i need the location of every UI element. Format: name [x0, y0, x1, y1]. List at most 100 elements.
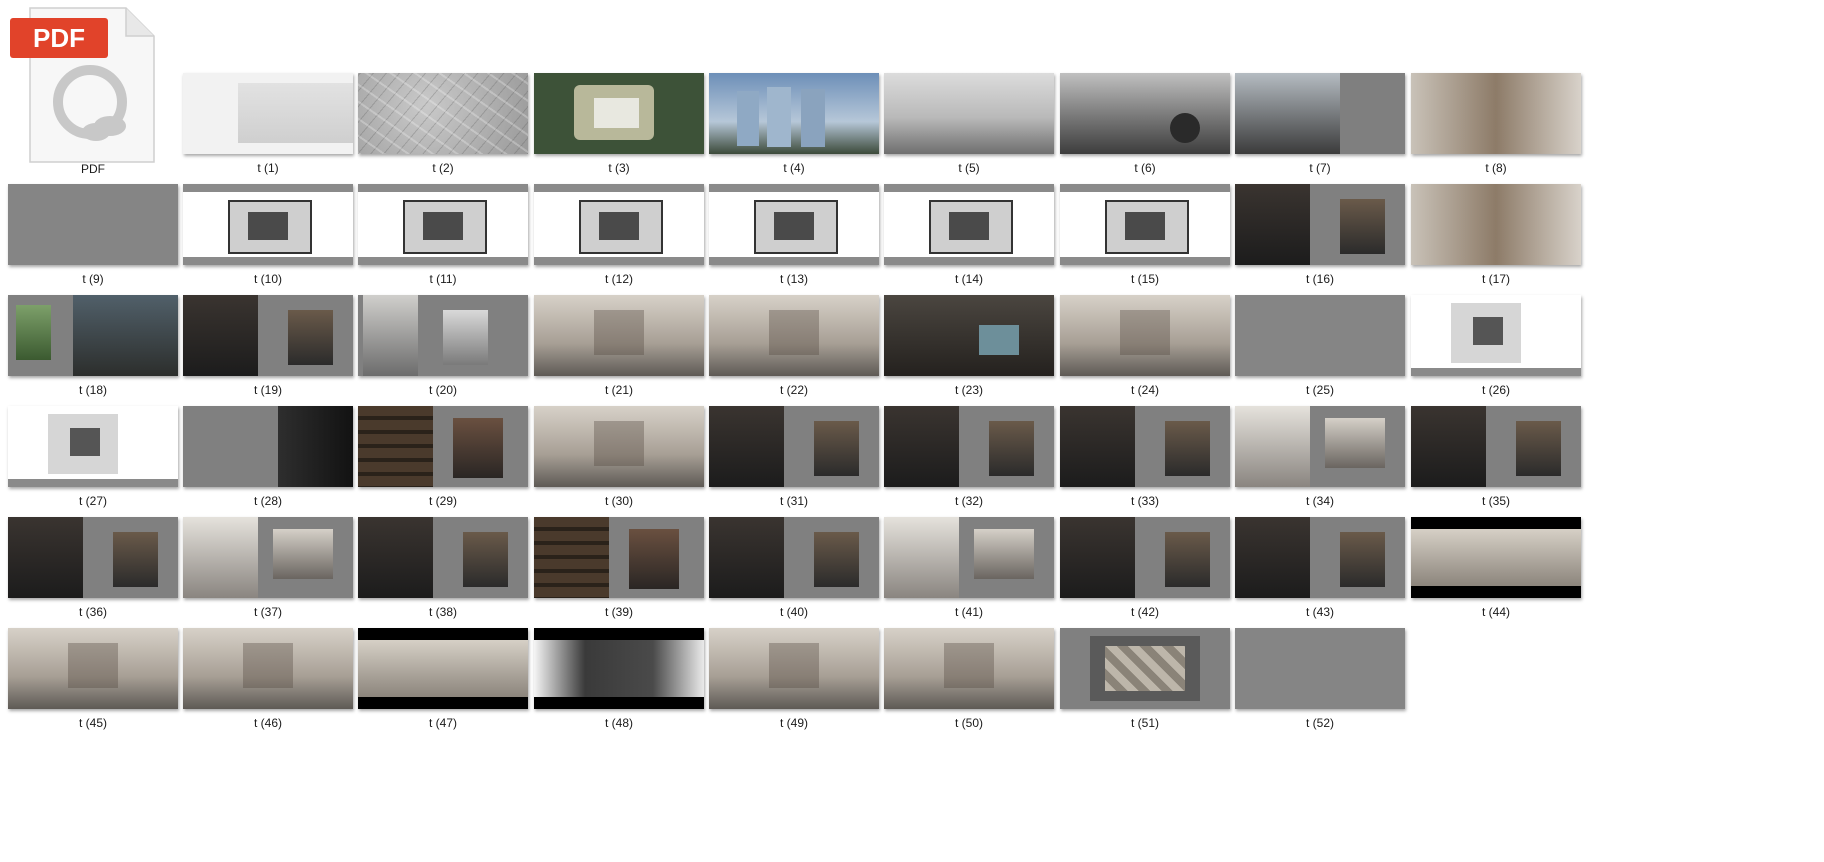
file-item[interactable]: t (13): [709, 184, 879, 288]
thumbnail-preview: [709, 184, 879, 265]
thumbnail-preview: [1411, 73, 1581, 154]
file-item[interactable]: t (11): [358, 184, 528, 288]
thumbnail-preview: [183, 73, 353, 154]
file-item[interactable]: t (38): [358, 517, 528, 621]
file-item[interactable]: t (31): [709, 406, 879, 510]
file-item[interactable]: t (1): [183, 73, 353, 177]
file-item[interactable]: t (29): [358, 406, 528, 510]
thumbnail-preview: [8, 295, 178, 376]
file-label: t (17): [1481, 272, 1510, 286]
file-label: t (7): [1309, 161, 1331, 175]
file-item[interactable]: t (45): [8, 628, 178, 732]
file-item[interactable]: t (50): [884, 628, 1054, 732]
file-item[interactable]: t (52): [1235, 628, 1405, 732]
file-label: t (27): [78, 494, 107, 508]
file-label: t (6): [1134, 161, 1156, 175]
file-item[interactable]: t (8): [1411, 73, 1581, 177]
file-item[interactable]: t (35): [1411, 406, 1581, 510]
thumbnail-preview: [1060, 517, 1230, 598]
thumbnail-preview: [1060, 73, 1230, 154]
file-item[interactable]: t (42): [1060, 517, 1230, 621]
file-item[interactable]: t (15): [1060, 184, 1230, 288]
file-item[interactable]: t (49): [709, 628, 879, 732]
file-item[interactable]: t (25): [1235, 295, 1405, 399]
thumbnail-preview: [358, 628, 528, 709]
file-label: t (52): [1305, 716, 1334, 730]
file-item[interactable]: t (22): [709, 295, 879, 399]
thumbnail-preview: [884, 628, 1054, 709]
file-item[interactable]: t (40): [709, 517, 879, 621]
file-label: t (21): [604, 383, 633, 397]
thumbnail-preview: [1060, 184, 1230, 265]
thumbnail-preview: [1235, 517, 1405, 598]
file-item[interactable]: t (41): [884, 517, 1054, 621]
file-label: t (33): [1130, 494, 1159, 508]
file-item[interactable]: t (48): [534, 628, 704, 732]
pdf-file-item[interactable]: PDF PDF: [8, 6, 178, 206]
file-item[interactable]: t (32): [884, 406, 1054, 510]
file-item[interactable]: t (5): [884, 73, 1054, 177]
file-item[interactable]: t (6): [1060, 73, 1230, 177]
file-item[interactable]: t (7): [1235, 73, 1405, 177]
thumbnail-preview: [709, 517, 879, 598]
file-item[interactable]: t (9): [8, 184, 178, 288]
thumbnail-preview: [8, 184, 178, 265]
file-label: t (43): [1305, 605, 1334, 619]
file-item[interactable]: t (2): [358, 73, 528, 177]
file-label: t (14): [954, 272, 983, 286]
file-label: t (12): [604, 272, 633, 286]
file-label: t (40): [779, 605, 808, 619]
file-item[interactable]: t (36): [8, 517, 178, 621]
file-item[interactable]: t (33): [1060, 406, 1230, 510]
file-item[interactable]: t (21): [534, 295, 704, 399]
file-item[interactable]: t (12): [534, 184, 704, 288]
file-label: t (9): [82, 272, 104, 286]
file-label: t (42): [1130, 605, 1159, 619]
file-item[interactable]: t (28): [183, 406, 353, 510]
file-item[interactable]: t (19): [183, 295, 353, 399]
file-item[interactable]: t (44): [1411, 517, 1581, 621]
file-label: t (24): [1130, 383, 1159, 397]
file-item[interactable]: t (26): [1411, 295, 1581, 399]
thumbnail-preview: [534, 517, 704, 598]
file-item[interactable]: t (10): [183, 184, 353, 288]
file-item[interactable]: t (37): [183, 517, 353, 621]
thumbnail-preview: [358, 184, 528, 265]
file-label: t (50): [954, 716, 983, 730]
file-label: t (11): [429, 272, 457, 286]
thumbnail-preview: [358, 517, 528, 598]
file-label: t (37): [253, 605, 282, 619]
file-item[interactable]: t (4): [709, 73, 879, 177]
file-item[interactable]: t (39): [534, 517, 704, 621]
file-item[interactable]: t (24): [1060, 295, 1230, 399]
file-grid: PDF PDF t (1) t (2) t (3) t (4) t (5) t (6) t …: [0, 0, 1824, 862]
file-item[interactable]: t (51): [1060, 628, 1230, 732]
file-label: t (49): [779, 716, 808, 730]
file-item[interactable]: t (18): [8, 295, 178, 399]
thumbnail-preview: [709, 628, 879, 709]
file-item[interactable]: t (14): [884, 184, 1054, 288]
thumbnail-preview: [884, 73, 1054, 154]
file-item[interactable]: t (17): [1411, 184, 1581, 288]
thumbnail-preview: [1060, 406, 1230, 487]
file-label: t (38): [428, 605, 457, 619]
file-item[interactable]: t (34): [1235, 406, 1405, 510]
file-item[interactable]: t (47): [358, 628, 528, 732]
file-label: t (23): [954, 383, 983, 397]
file-item[interactable]: t (46): [183, 628, 353, 732]
file-item[interactable]: t (30): [534, 406, 704, 510]
file-label: t (41): [954, 605, 983, 619]
file-item[interactable]: t (3): [534, 73, 704, 177]
file-item[interactable]: t (16): [1235, 184, 1405, 288]
file-label: t (25): [1305, 383, 1334, 397]
file-item[interactable]: t (43): [1235, 517, 1405, 621]
file-label: t (4): [783, 161, 805, 175]
thumbnail-preview: [1411, 184, 1581, 265]
file-item[interactable]: t (27): [8, 406, 178, 510]
file-label: t (32): [954, 494, 983, 508]
thumbnail-preview: [1411, 295, 1581, 376]
file-item[interactable]: t (23): [884, 295, 1054, 399]
thumbnail-preview: [884, 295, 1054, 376]
file-item[interactable]: t (20): [358, 295, 528, 399]
thumbnail-preview: [1411, 406, 1581, 487]
